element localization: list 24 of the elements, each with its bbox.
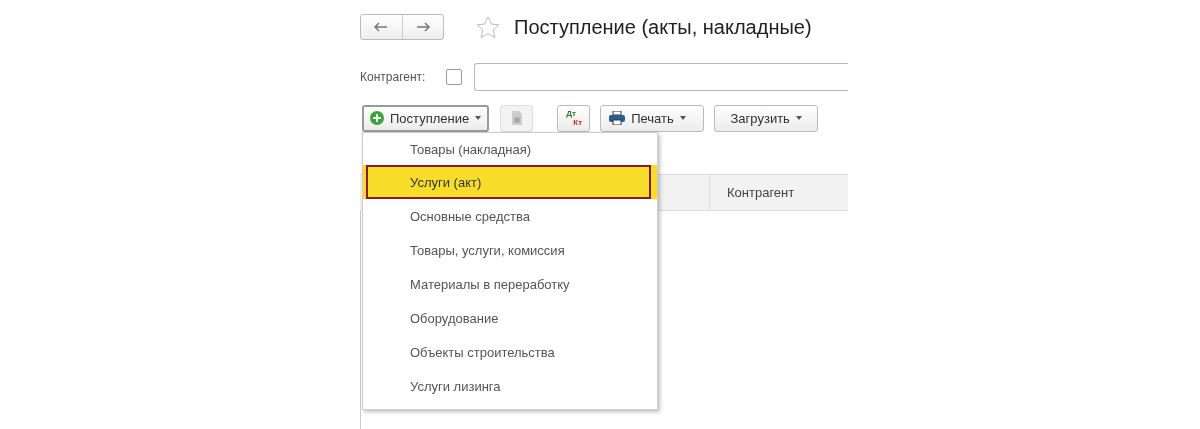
copy-button[interactable]: [500, 104, 534, 132]
input-field[interactable]: [474, 63, 848, 91]
plus-icon: [370, 111, 384, 125]
window-title: Поступление (акты, накладные): [514, 15, 812, 39]
printer-icon: [609, 111, 626, 125]
document-icon: [510, 110, 523, 126]
checkbox[interactable]: [446, 69, 462, 85]
menu-item[interactable]: Объекты строительства: [363, 335, 657, 369]
menu-item[interactable]: Товары, услуги, комиссия: [363, 233, 657, 267]
column-header[interactable]: Контрагент: [710, 175, 795, 210]
menu-item[interactable]: Услуги (акт): [363, 165, 657, 199]
menu-item[interactable]: Товары (накладная): [363, 133, 657, 165]
create-button[interactable]: Поступление: [362, 104, 490, 132]
menu-item[interactable]: Основные средства: [363, 199, 657, 233]
print-button[interactable]: Печать: [600, 104, 705, 132]
filter-label: Контрагент:: [360, 70, 427, 84]
back-arrow-icon: [374, 22, 389, 32]
menu-item[interactable]: Услуги лизинга: [363, 369, 657, 403]
menu-item[interactable]: Материалы в переработку: [363, 267, 657, 301]
menu-item[interactable]: Оборудование: [363, 301, 657, 335]
star-icon[interactable]: [476, 15, 500, 39]
load-button[interactable]: Загрузить: [714, 104, 819, 132]
forward-arrow-icon: [415, 22, 430, 32]
dt-kt-button[interactable]: Дт Кт: [557, 104, 591, 132]
